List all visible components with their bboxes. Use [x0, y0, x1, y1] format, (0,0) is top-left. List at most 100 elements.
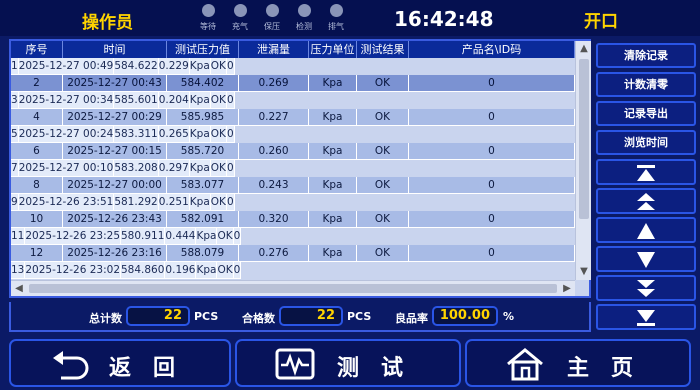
up-button[interactable] — [596, 217, 696, 243]
cell-result: OK — [210, 194, 227, 211]
reset-count-button[interactable]: 计数清零 — [596, 72, 696, 97]
export-records-button[interactable]: 记录导出 — [596, 101, 696, 126]
scroll-down-icon[interactable]: ▼ — [576, 264, 592, 280]
operator-label[interactable]: 操作员 — [82, 8, 133, 33]
to-bottom-icon — [637, 310, 655, 326]
table-row[interactable]: 13 2025-12-26 23:02 584.860 0.196 Kpa OK 0 — [11, 262, 242, 279]
test-button[interactable]: 测试 — [235, 339, 461, 387]
cell-no: 2 — [11, 75, 63, 92]
cell-product-id: 0 — [233, 262, 242, 279]
cell-unit: Kpa — [189, 92, 211, 109]
indicator-light — [297, 4, 311, 17]
cell-product-id: 0 — [409, 177, 575, 194]
cell-unit: Kpa — [196, 262, 218, 279]
table-row[interactable]: 8 2025-12-27 00:00 583.077 0.243 Kpa OK 0 — [11, 177, 575, 194]
table-row[interactable]: 10 2025-12-26 23:43 582.091 0.320 Kpa OK 0 — [11, 211, 575, 228]
cell-time: 2025-12-27 00:29 — [63, 109, 167, 126]
cell-pressure: 580.911 — [121, 228, 166, 245]
cell-product-id: 0 — [226, 160, 235, 177]
table-row[interactable]: 6 2025-12-27 00:15 585.720 0.260 Kpa OK 0 — [11, 143, 575, 160]
home-label: 主页 — [567, 356, 656, 381]
mode-label[interactable]: 开口 — [584, 7, 618, 32]
home-button[interactable]: 主页 — [465, 339, 691, 387]
clear-records-button[interactable]: 清除记录 — [596, 43, 696, 68]
scroll-to-bottom-button[interactable] — [596, 304, 696, 330]
scrollbar-thumb[interactable] — [579, 59, 589, 219]
to-top-icon — [637, 165, 655, 181]
cell-unit: Kpa — [309, 211, 357, 228]
table-row[interactable]: 2 2025-12-27 00:43 584.402 0.269 Kpa OK 0 — [11, 75, 575, 92]
table-row[interactable]: 1 2025-12-27 00:49 584.622 0.229 Kpa OK 0 — [11, 58, 235, 75]
down-button[interactable] — [596, 246, 696, 272]
table-row[interactable]: 12 2025-12-26 23:16 588.079 0.276 Kpa OK 0 — [11, 245, 575, 262]
cell-time: 2025-12-26 23:02 — [25, 262, 121, 279]
cell-time: 2025-12-26 23:43 — [63, 211, 167, 228]
page-down-button[interactable] — [596, 275, 696, 301]
cell-result: OK — [210, 92, 227, 109]
table-row[interactable]: 9 2025-12-26 23:51 581.292 0.251 Kpa OK 0 — [11, 194, 235, 211]
cell-result: OK — [217, 228, 234, 245]
cell-pressure: 588.079 — [167, 245, 239, 262]
scroll-right-icon[interactable]: ▶ — [559, 281, 575, 297]
table-body: 1 2025-12-27 00:49 584.622 0.229 Kpa OK 0 2 2025… — [11, 58, 575, 279]
cell-product-id: 0 — [409, 109, 575, 126]
table-row[interactable]: 3 2025-12-27 00:34 585.601 0.204 Kpa OK 0 — [11, 92, 235, 109]
cell-pressure: 584.402 — [167, 75, 239, 92]
cell-unit: Kpa — [309, 75, 357, 92]
yield-rate-value: 100.00 — [432, 306, 498, 326]
indicator-label: 保压 — [264, 22, 280, 31]
cell-no: 4 — [11, 109, 63, 126]
cell-no: 5 — [11, 126, 19, 143]
indicator-inflate: 充气 — [224, 4, 256, 32]
cell-no: 12 — [11, 245, 63, 262]
statistics-bar: 总计数 22 PCS 合格数 22 PCS 良品率 100.00 % — [9, 302, 591, 332]
indicator-light — [329, 4, 343, 17]
scroll-left-icon[interactable]: ◀ — [11, 281, 27, 297]
back-label: 返回 — [109, 356, 198, 381]
cell-product-id: 0 — [409, 245, 575, 262]
top-bar: 操作员 等待 充气 保压 检测 排气 16:42:48 开口 — [0, 0, 700, 36]
pass-count-value: 22 — [279, 306, 343, 326]
table-row[interactable]: 4 2025-12-27 00:29 585.985 0.227 Kpa OK 0 — [11, 109, 575, 126]
cell-leak: 0.229 — [158, 58, 190, 75]
cell-pressure: 585.985 — [167, 109, 239, 126]
yield-rate-unit: % — [503, 310, 515, 323]
scroll-to-top-button[interactable] — [596, 159, 696, 185]
cell-pressure: 583.311 — [114, 126, 159, 143]
table-row[interactable]: 11 2025-12-26 23:25 580.911 0.444 Kpa OK 0 — [11, 228, 242, 245]
cell-time: 2025-12-27 00:10 — [18, 160, 115, 177]
records-table-panel: 序号 时间 测试压力值 泄漏量 压力单位 测试结果 产品名\ID码 1 2025-… — [9, 39, 591, 298]
indicator-wait: 等待 — [192, 4, 224, 32]
cell-time: 2025-12-26 23:51 — [18, 194, 115, 211]
back-button[interactable]: 返回 — [9, 339, 231, 387]
horizontal-scrollbar[interactable]: ◀ ▶ — [11, 280, 575, 296]
yield-rate-label: 良品率 — [395, 312, 428, 325]
cell-no: 13 — [11, 262, 26, 279]
page-down-icon — [637, 280, 655, 297]
down-icon — [637, 252, 655, 268]
indicator-exhaust: 排气 — [320, 4, 352, 32]
cell-result: OK — [210, 160, 227, 177]
cell-no: 11 — [11, 228, 26, 245]
page-up-button[interactable] — [596, 188, 696, 214]
indicator-light — [201, 4, 215, 17]
scroll-up-icon[interactable]: ▲ — [576, 41, 592, 57]
cell-time: 2025-12-26 23:25 — [25, 228, 121, 245]
cell-product-id: 0 — [409, 143, 575, 160]
vertical-scrollbar[interactable]: ▲ ▼ — [575, 41, 591, 280]
table-row[interactable]: 7 2025-12-27 00:10 583.208 0.297 Kpa OK 0 — [11, 160, 235, 177]
total-count-label: 总计数 — [89, 312, 122, 325]
column-header-time: 时间 — [63, 41, 167, 58]
table-row[interactable]: 5 2025-12-27 00:24 583.311 0.265 Kpa OK 0 — [11, 126, 235, 143]
cell-pressure: 581.292 — [114, 194, 159, 211]
cell-no: 8 — [11, 177, 63, 194]
cell-product-id: 0 — [226, 92, 235, 109]
scrollbar-thumb[interactable] — [29, 284, 557, 293]
cell-leak: 0.260 — [239, 143, 309, 160]
cell-result: OK — [357, 143, 409, 160]
browse-time-button[interactable]: 浏览时间 — [596, 130, 696, 155]
cell-result: OK — [357, 245, 409, 262]
cell-pressure: 583.077 — [167, 177, 239, 194]
cell-leak: 0.276 — [239, 245, 309, 262]
up-icon — [637, 223, 655, 239]
